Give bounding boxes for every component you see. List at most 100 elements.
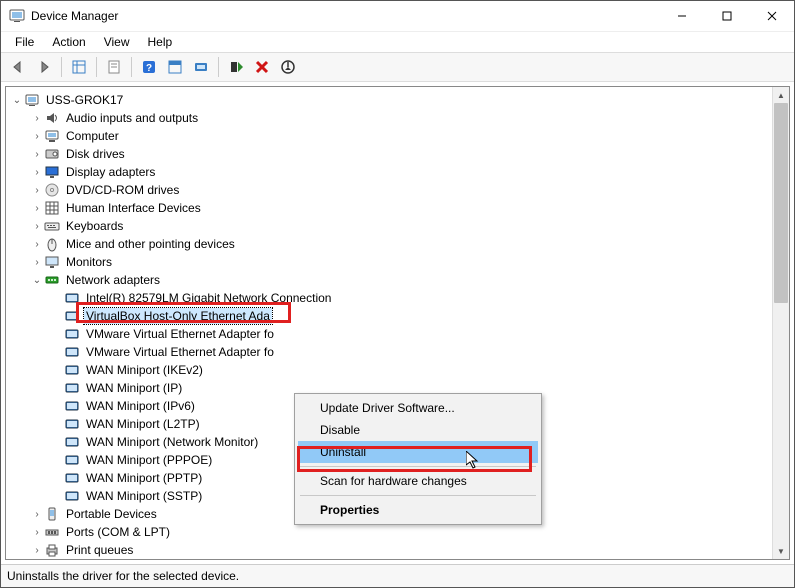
window-title: Device Manager xyxy=(31,9,659,23)
context-menu-item[interactable]: Uninstall xyxy=(298,441,538,463)
help-button[interactable]: ? xyxy=(138,56,160,78)
network-icon xyxy=(44,272,60,288)
network-adapter-icon xyxy=(64,470,80,486)
expand-icon[interactable]: › xyxy=(30,167,44,178)
tree-item-label: Intel(R) 82579LM Gigabit Network Connect… xyxy=(84,290,333,306)
svg-text:?: ? xyxy=(146,63,152,74)
menu-file[interactable]: File xyxy=(7,33,42,51)
tree-root[interactable]: ⌄USS-GROK17 xyxy=(8,91,773,109)
menu-help[interactable]: Help xyxy=(140,33,181,51)
device-tree: ⌄USS-GROK17 › Audio inputs and outputs›Com… xyxy=(5,86,790,560)
network-adapter-icon xyxy=(64,398,80,414)
context-menu-item[interactable]: Disable xyxy=(298,419,538,441)
network-adapter-icon xyxy=(64,308,80,324)
tree-device[interactable]: VMware Virtual Ethernet Adapter fo xyxy=(8,325,773,343)
tree-category[interactable]: › DVD/CD-ROM drives xyxy=(8,181,773,199)
show-hide-tree-button[interactable] xyxy=(68,56,90,78)
tree-device[interactable]: WAN Miniport (IKEv2) xyxy=(8,361,773,379)
tree-category[interactable]: › Print queues xyxy=(8,541,773,559)
collapse-icon[interactable]: ⌄ xyxy=(10,95,24,106)
tree-category[interactable]: › Audio inputs and outputs xyxy=(8,109,773,127)
expand-icon[interactable]: › xyxy=(30,149,44,160)
context-menu-item[interactable]: Update Driver Software... xyxy=(298,397,538,419)
hid-icon xyxy=(44,200,60,216)
menu-view[interactable]: View xyxy=(96,33,138,51)
tree-category[interactable]: ›Keyboards xyxy=(8,217,773,235)
audio-icon xyxy=(44,110,60,126)
tree-item-label: Monitors xyxy=(64,254,114,270)
network-adapter-icon xyxy=(64,362,80,378)
toolbar-separator xyxy=(61,57,62,77)
tree-device[interactable]: Intel(R) 82579LM Gigabit Network Connect… xyxy=(8,289,773,307)
display-icon xyxy=(44,164,60,180)
network-adapter-icon xyxy=(64,380,80,396)
back-button[interactable] xyxy=(7,56,29,78)
expand-icon[interactable]: › xyxy=(30,221,44,232)
tree-item-label: VMware Virtual Ethernet Adapter fo xyxy=(84,344,276,360)
disable-button[interactable] xyxy=(277,56,299,78)
menu-action[interactable]: Action xyxy=(44,33,93,51)
toolbar-separator xyxy=(131,57,132,77)
minimize-button[interactable] xyxy=(659,2,704,31)
scroll-down-icon[interactable]: ▼ xyxy=(773,543,789,559)
toolbar: ? xyxy=(1,52,794,82)
expand-icon[interactable]: › xyxy=(30,131,44,142)
properties-button[interactable] xyxy=(103,56,125,78)
expand-icon[interactable]: › xyxy=(30,203,44,214)
context-menu-item[interactable]: Properties xyxy=(298,499,538,521)
scan-hardware-button[interactable] xyxy=(190,56,212,78)
tree-item-label: DVD/CD-ROM drives xyxy=(64,182,181,198)
tree-item-label: VirtualBox Host-Only Ethernet Ada xyxy=(84,308,272,324)
tree-item-label: WAN Miniport (IKEv2) xyxy=(84,362,205,378)
status-text: Uninstalls the driver for the selected d… xyxy=(7,569,239,583)
update-driver-button[interactable] xyxy=(225,56,247,78)
network-adapter-icon xyxy=(64,326,80,342)
tree-item-label: WAN Miniport (IPv6) xyxy=(84,398,197,414)
tree-item-label: Print queues xyxy=(64,542,135,558)
context-menu-separator xyxy=(300,466,536,467)
panel-button[interactable] xyxy=(164,56,186,78)
tree-category[interactable]: › Monitors xyxy=(8,253,773,271)
network-adapter-icon xyxy=(64,416,80,432)
tree-category[interactable]: › Mice and other pointing devices xyxy=(8,235,773,253)
tree-item-label: Mice and other pointing devices xyxy=(64,236,237,252)
expand-icon[interactable]: › xyxy=(30,509,44,520)
tree-category[interactable]: ⌄Network adapters xyxy=(8,271,773,289)
tree-category[interactable]: ›Display adapters xyxy=(8,163,773,181)
tree-item-label: Audio inputs and outputs xyxy=(64,110,200,126)
context-menu-separator xyxy=(300,495,536,496)
tree-device[interactable]: VirtualBox Host-Only Ethernet Ada xyxy=(8,307,773,325)
scrollbar-thumb[interactable] xyxy=(774,103,788,303)
vertical-scrollbar[interactable]: ▲ ▼ xyxy=(772,87,789,559)
context-menu-item[interactable]: Scan for hardware changes xyxy=(298,470,538,492)
expand-icon[interactable]: › xyxy=(30,257,44,268)
status-bar: Uninstalls the driver for the selected d… xyxy=(1,564,794,587)
uninstall-button[interactable] xyxy=(251,56,273,78)
tree-item-label: WAN Miniport (PPTP) xyxy=(84,470,204,486)
expand-icon[interactable]: › xyxy=(30,545,44,556)
keyboard-icon xyxy=(44,218,60,234)
app-icon xyxy=(9,8,25,24)
maximize-button[interactable] xyxy=(704,2,749,31)
tree-item-label: Human Interface Devices xyxy=(64,200,203,216)
toolbar-separator xyxy=(96,57,97,77)
network-adapter-icon xyxy=(64,344,80,360)
expand-icon[interactable]: › xyxy=(30,239,44,250)
scroll-up-icon[interactable]: ▲ xyxy=(773,87,789,103)
tree-category[interactable]: ›Ports (COM & LPT) xyxy=(8,523,773,541)
expand-icon[interactable]: › xyxy=(30,527,44,538)
expand-icon[interactable]: › xyxy=(30,113,44,124)
close-button[interactable] xyxy=(749,2,794,31)
collapse-icon[interactable]: ⌄ xyxy=(30,275,44,286)
tree-category[interactable]: › Disk drives xyxy=(8,145,773,163)
tree-category[interactable]: ›Computer xyxy=(8,127,773,145)
toolbar-separator xyxy=(218,57,219,77)
tree-category[interactable]: › Human Interface Devices xyxy=(8,199,773,217)
forward-button[interactable] xyxy=(33,56,55,78)
network-adapter-icon xyxy=(64,434,80,450)
tree-device[interactable]: VMware Virtual Ethernet Adapter fo xyxy=(8,343,773,361)
tree-item-label: WAN Miniport (SSTP) xyxy=(84,488,204,504)
expand-icon[interactable]: › xyxy=(30,185,44,196)
mouse-icon xyxy=(44,236,60,252)
tree-item-label: Disk drives xyxy=(64,146,127,162)
